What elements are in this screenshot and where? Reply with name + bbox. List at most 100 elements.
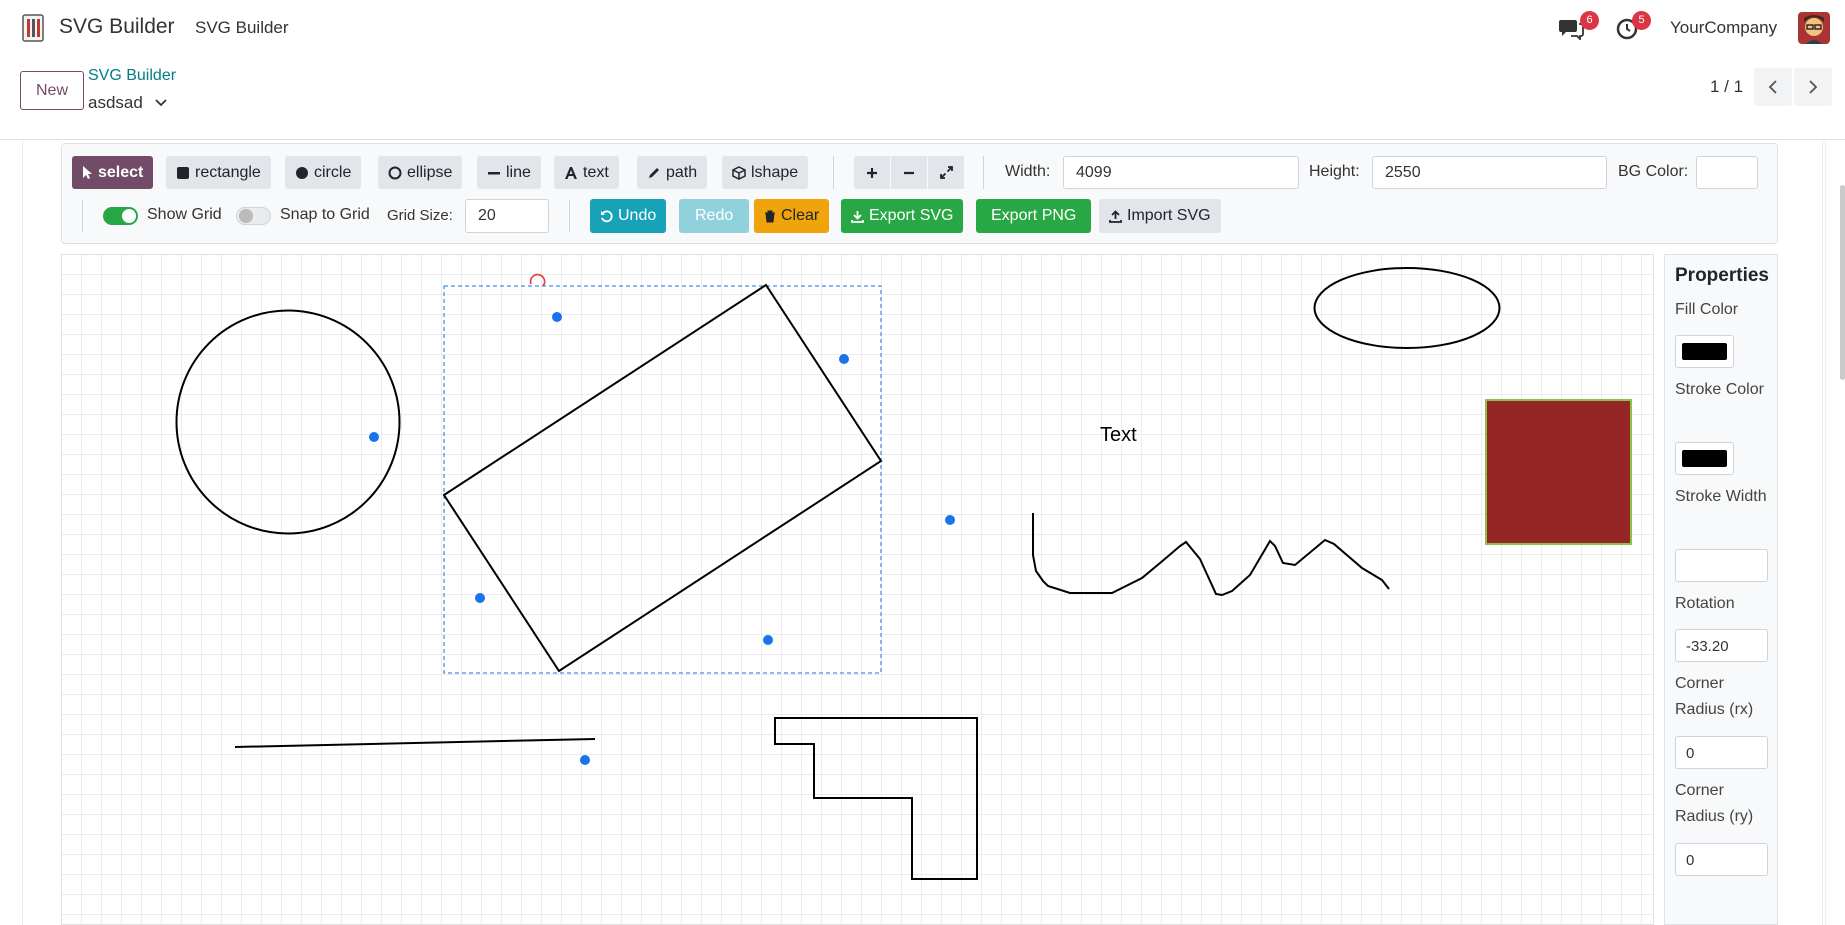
pager-previous-button[interactable]: [1754, 68, 1792, 106]
redo-label: Redo: [695, 207, 734, 224]
selection-box: [443, 285, 882, 674]
expand-icon: [939, 166, 953, 179]
builder-toolbar: select rectangle circle ellipse line tex…: [61, 143, 1778, 244]
tool-path-label: path: [666, 163, 698, 181]
resize-handle-top[interactable]: [552, 312, 562, 322]
export-png-button[interactable]: Export PNG: [976, 199, 1092, 233]
stroke-width-label: Stroke Width: [1675, 488, 1767, 505]
toolbar-separator: [983, 156, 984, 189]
line-handle[interactable]: [945, 515, 955, 525]
shape-text[interactable]: Text: [1100, 424, 1137, 446]
clear-label: Clear: [781, 207, 820, 224]
plus-icon: [867, 167, 877, 178]
height-label: Height:: [1309, 163, 1360, 180]
zoom-out-button[interactable]: [891, 156, 928, 189]
tool-ellipse-label: ellipse: [407, 163, 453, 181]
chevron-right-icon: [1809, 80, 1818, 94]
download-icon: [851, 210, 864, 223]
shape-square[interactable]: [1485, 399, 1632, 545]
breadcrumb-link[interactable]: SVG Builder: [88, 67, 176, 85]
show-grid-toggle[interactable]: [103, 207, 138, 225]
activities-badge: 5: [1632, 11, 1651, 30]
pager-value[interactable]: 1 / 1: [1710, 77, 1743, 97]
corner-radius-ry-input[interactable]: 0: [1675, 843, 1768, 876]
record-name[interactable]: asdsad: [88, 93, 143, 113]
stroke-color-label: Stroke Color: [1675, 381, 1764, 398]
width-input[interactable]: 4099: [1063, 156, 1299, 189]
export-svg-button[interactable]: Export SVG: [841, 199, 964, 233]
zoom-in-button[interactable]: [854, 156, 891, 189]
toolbar-separator: [569, 200, 570, 232]
canvas-svg[interactable]: Text: [62, 255, 1654, 925]
cube-icon: [732, 165, 746, 180]
company-switcher[interactable]: YourCompany: [1670, 18, 1777, 38]
undo-label: Undo: [618, 207, 657, 224]
corner-radius-ry-label: Corner Radius (ry): [1675, 782, 1754, 825]
clear-button[interactable]: Clear: [754, 199, 830, 233]
chevron-left-icon: [1768, 80, 1777, 94]
tool-line-button[interactable]: line: [477, 156, 541, 189]
tool-path-button[interactable]: path: [637, 156, 708, 189]
resize-handle-left[interactable]: [475, 593, 485, 603]
tool-text-button[interactable]: text: [554, 156, 619, 189]
toolbar-separator: [833, 156, 834, 189]
fill-color-picker[interactable]: [1675, 335, 1734, 368]
rotate-handle-icon[interactable]: [529, 273, 546, 287]
left-border: [22, 140, 23, 925]
show-grid-label: Show Grid: [147, 206, 222, 223]
pager-next-button[interactable]: [1794, 68, 1832, 106]
tool-circle-button[interactable]: circle: [285, 156, 362, 189]
resize-handle-bottom[interactable]: [763, 635, 773, 645]
snap-to-grid-label: Snap to Grid: [280, 206, 370, 223]
scrollbar-thumb[interactable]: [1840, 185, 1845, 380]
minus-icon: [904, 171, 914, 174]
tool-select-button[interactable]: select: [72, 156, 154, 189]
shape-rectangle-rotated[interactable]: [442, 283, 883, 673]
new-button[interactable]: New: [20, 71, 84, 110]
circle-handle[interactable]: [369, 432, 379, 442]
top-navbar: SVG Builder SVG Builder 6 5 YourCompany: [0, 0, 1845, 56]
shape-line[interactable]: [234, 738, 596, 748]
stroke-width-input[interactable]: [1675, 549, 1768, 582]
circle-icon: [296, 166, 308, 179]
upload-icon: [1109, 209, 1122, 223]
tool-text-label: text: [583, 163, 609, 181]
drawing-canvas[interactable]: Text: [61, 254, 1654, 925]
rotation-input[interactable]: -33.20: [1675, 629, 1768, 662]
undo-button[interactable]: Undo: [590, 199, 667, 233]
right-border: [1822, 140, 1823, 925]
pencil-icon: [649, 167, 659, 178]
snap-to-grid-toggle[interactable]: [236, 207, 271, 225]
undo-icon: [601, 209, 613, 222]
bg-color-label: BG Color:: [1618, 163, 1689, 180]
stroke-color-picker[interactable]: [1675, 442, 1734, 475]
export-svg-label: Export SVG: [869, 207, 954, 224]
corner-radius-rx-input[interactable]: 0: [1675, 736, 1768, 769]
tool-lshape-button[interactable]: lshape: [722, 156, 809, 189]
tool-ellipse-button[interactable]: ellipse: [378, 156, 463, 189]
height-input[interactable]: 2550: [1372, 156, 1607, 189]
shape-lshape[interactable]: [774, 717, 978, 880]
zoom-controls: [854, 156, 965, 189]
fit-screen-button[interactable]: [928, 156, 965, 189]
menu-svg-builder[interactable]: SVG Builder: [195, 18, 289, 38]
redo-button[interactable]: Redo: [679, 199, 750, 233]
import-svg-button[interactable]: Import SVG: [1099, 199, 1221, 233]
app-title[interactable]: SVG Builder: [59, 15, 175, 39]
circle-outline-icon: [388, 166, 402, 179]
shape-circle[interactable]: [175, 309, 401, 535]
grid-size-label: Grid Size:: [387, 207, 453, 224]
line-endpoint-handle[interactable]: [580, 755, 590, 765]
user-avatar[interactable]: [1798, 12, 1830, 44]
bg-color-picker[interactable]: [1696, 156, 1758, 189]
grid-size-input[interactable]: 20: [465, 199, 549, 233]
app-logo-icon[interactable]: [22, 14, 44, 42]
trash-icon: [765, 210, 775, 222]
chevron-down-icon[interactable]: [154, 96, 168, 110]
properties-title: Properties: [1675, 265, 1769, 286]
tool-circle-label: circle: [314, 163, 352, 181]
shape-freehand-path[interactable]: [1032, 513, 1390, 597]
shape-ellipse[interactable]: [1313, 267, 1501, 349]
resize-handle-right[interactable]: [839, 354, 849, 364]
tool-rectangle-button[interactable]: rectangle: [166, 156, 271, 189]
